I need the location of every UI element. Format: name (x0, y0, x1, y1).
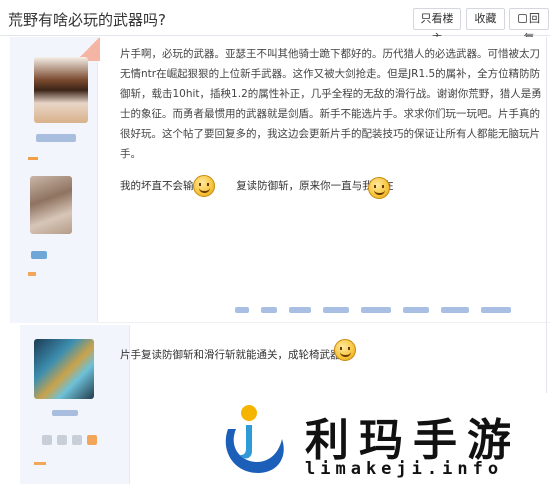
username-2-blurred[interactable] (52, 410, 78, 416)
limakeji-logo-icon (225, 405, 284, 473)
post-2-text-label: 片手复读防御斩和滑行斩就能通关，成轮椅武器了 (120, 349, 351, 361)
only-op-button[interactable]: 只看楼主 (413, 8, 461, 45)
user-badges-2 (42, 435, 97, 445)
reply-icon (518, 14, 527, 23)
smiley-face-icon (193, 175, 215, 197)
watermark-subtitle: limakeji.info (305, 459, 504, 479)
user-avatar-1[interactable] (34, 57, 88, 123)
user-level-marker-2 (34, 462, 46, 465)
username-1-blurred[interactable] (36, 134, 76, 142)
user-badge-image (30, 176, 72, 234)
user-avatar-2[interactable] (34, 339, 94, 399)
smiley-face-icon (334, 339, 356, 361)
thread-header: 荒野有啥必玩的武器吗? 只看楼主 收藏 回复 (0, 0, 550, 45)
post-1-line2-a: 我的坏直不会输 (120, 180, 194, 192)
post-1-meta-blurred (235, 307, 535, 315)
favorite-button[interactable]: 收藏 (466, 8, 505, 30)
post-1-text: 片手啊，必玩的武器。亚瑟王不叫其他骑士跪下都好的。历代猎人的必选武器。可惜被太刀… (120, 48, 542, 160)
post-2-text: 片手复读防御斩和滑行斩就能通关，成轮椅武器了 (120, 347, 351, 362)
reply-button[interactable]: 回复 (509, 8, 549, 45)
post-1-line2: 我的坏直不会输 复读防御斩，原来你一直与我同在 (120, 178, 394, 193)
user-level-marker (28, 157, 38, 160)
smiley-face-icon (368, 177, 390, 199)
user-tag-marker (28, 272, 36, 276)
user-tag-blurred (31, 251, 47, 259)
thread-title: 荒野有啥必玩的武器吗? (8, 11, 166, 29)
